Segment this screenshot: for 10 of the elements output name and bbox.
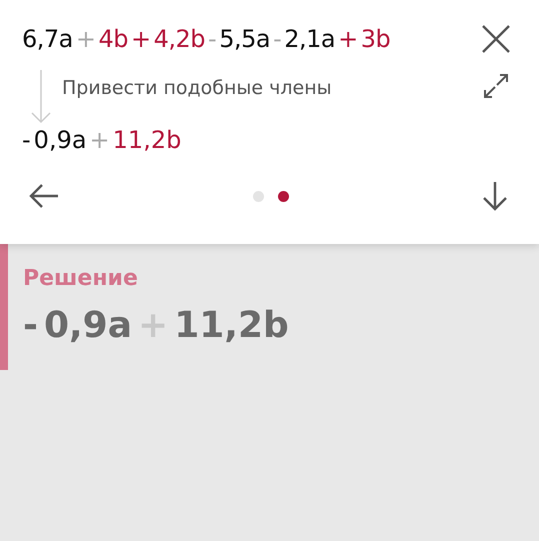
back-arrow-icon[interactable] <box>28 182 60 210</box>
math-expression: 6,7a+4b+4,2b-5,5a-2,1a+3b <box>22 25 390 53</box>
math-expression: -0,9a+11,2b <box>22 126 182 154</box>
page-dot[interactable] <box>252 190 264 202</box>
math-expression: - 0,9a + 11,2b <box>23 305 289 346</box>
solution-title: Решение <box>23 266 139 291</box>
page-dot[interactable] <box>278 190 288 202</box>
arrow-down-icon[interactable] <box>481 180 509 212</box>
step-instruction: Привести подобные члены <box>62 77 332 99</box>
expand-icon[interactable] <box>483 73 509 99</box>
